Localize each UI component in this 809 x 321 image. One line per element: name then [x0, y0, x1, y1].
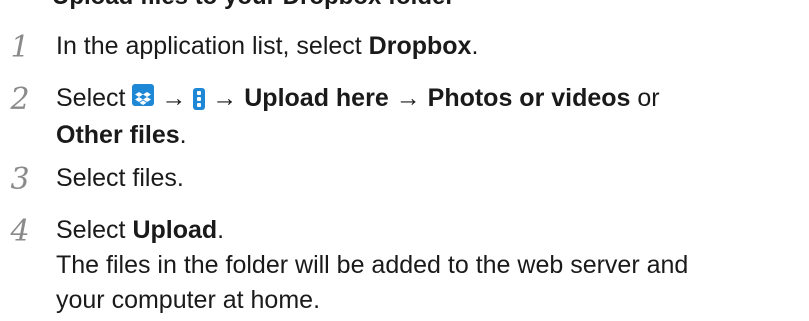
button-name-upload: Upload	[132, 216, 218, 244]
step-text-suffix: .	[179, 121, 187, 149]
app-name-dropbox: Dropbox	[368, 32, 472, 60]
step-text: Select → → Upload here → Photos or video…	[56, 80, 660, 117]
dropbox-icon	[132, 84, 155, 106]
step-note-line1: The files in the folder will be added to…	[56, 251, 689, 279]
option-upload-here: Upload here	[244, 84, 389, 112]
step-number: 1	[10, 30, 30, 65]
step-text-suffix: .	[471, 32, 479, 60]
option-other-files: Other files	[56, 121, 180, 149]
dropbox-icon-glyph	[135, 92, 152, 105]
more-options-icon	[193, 88, 206, 110]
step-text: Select Upload.	[56, 212, 224, 249]
option-photos-or-videos: Photos or videos	[427, 84, 631, 112]
arrow: →	[395, 84, 421, 112]
step-text-prefix: In the application list, select	[56, 32, 369, 60]
step-text: In the application list, select Dropbox.	[56, 28, 478, 65]
arrow: →	[212, 84, 238, 112]
step-text-select: Select	[56, 84, 126, 112]
arrow: →	[161, 84, 187, 112]
step-note-line2: your computer at home.	[56, 286, 321, 314]
step-text-prefix: Select	[56, 216, 133, 244]
step-text-line2: Other files.	[56, 117, 187, 154]
step-number: 2	[10, 82, 30, 117]
step-text-suffix: .	[217, 216, 225, 244]
step-number: 4	[10, 214, 30, 249]
conjunction-or: or	[637, 84, 660, 112]
step-number: 3	[10, 162, 30, 197]
section-heading: Upload files to your Dropbox folder	[52, 0, 455, 11]
step-text: Select files.	[56, 164, 184, 192]
